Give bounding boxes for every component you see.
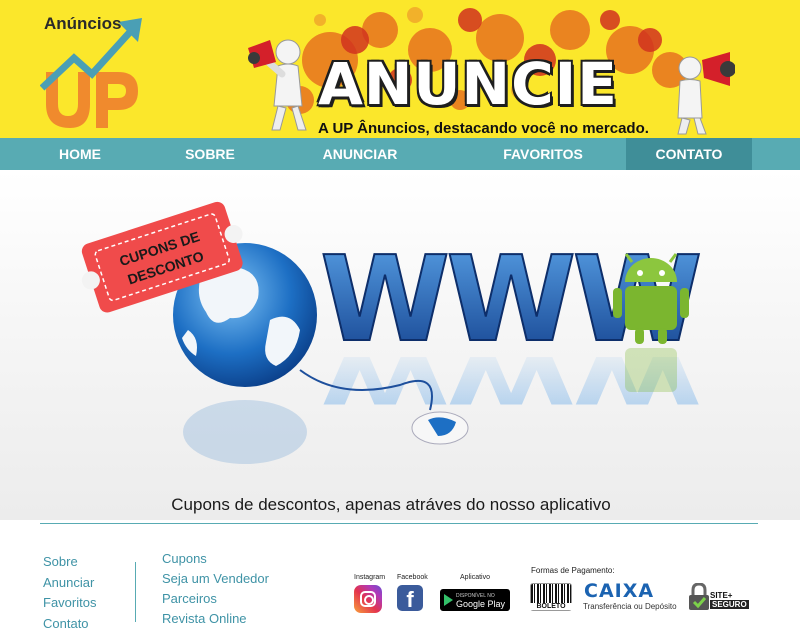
google-play-text: Google Play (456, 599, 506, 609)
nav-item-home[interactable]: HOME (0, 138, 160, 170)
footer-link-anunciar[interactable]: Anunciar (43, 573, 96, 594)
footer-link-sobre[interactable]: Sobre (43, 552, 96, 573)
hero-illustration: CUPONS DE DESCONTO WWW WWW (81, 201, 704, 464)
footer-link-favoritos[interactable]: Favoritos (43, 593, 96, 614)
payment-title: Formas de Pagamento: (531, 566, 615, 575)
footer-link-seja-vendedor[interactable]: Seja um Vendedor (162, 569, 269, 589)
caixa-subtitle: Transferência ou Depósito (583, 602, 677, 611)
main-nav: HOME SOBRE ANUNCIAR FAVORITOS CONTATO (0, 138, 800, 170)
instagram-icon[interactable] (354, 585, 382, 613)
facebook-label: Facebook (397, 574, 428, 581)
site-seguro-badge: SITE+ SEGURO (710, 591, 749, 609)
nav-item-anunciar[interactable]: ANUNCIAR (260, 138, 460, 170)
seguro-line-2: SEGURO (710, 600, 749, 609)
play-triangle-icon (444, 594, 453, 606)
seguro-line-1: SITE+ (710, 591, 733, 600)
app-link[interactable]: Aplicativo DISPONÍVEL NO Google Play (440, 573, 510, 611)
banner-caption: Cupons de descontos, apenas atráves do n… (171, 495, 611, 514)
footer-link-cupons[interactable]: Cupons (162, 549, 269, 569)
nav-item-sobre[interactable]: SOBRE (160, 138, 260, 170)
megaphone-figure-left-icon (248, 39, 307, 131)
footer-divider (40, 523, 758, 524)
logo-letters (46, 72, 138, 128)
instagram-link[interactable]: Instagram (354, 573, 385, 613)
caixa-logo: CAIXA (584, 580, 655, 602)
nav-item-contato[interactable]: CONTATO (626, 138, 752, 170)
megaphone-figure-right-icon (677, 52, 735, 135)
facebook-icon[interactable]: f (397, 585, 423, 612)
footer-separator (135, 562, 136, 622)
instagram-label: Instagram (354, 574, 386, 581)
footer-link-contato[interactable]: Contato (43, 614, 96, 635)
app-label: Aplicativo (460, 574, 490, 581)
footer-link-parceiros[interactable]: Parceiros (162, 589, 269, 609)
footer-links-extra: Cupons Seja um Vendedor Parceiros Revist… (162, 549, 269, 629)
nav-item-favoritos[interactable]: FAVORITOS (460, 138, 626, 170)
hero-banner: CUPONS DE DESCONTO WWW WWW Cupons de des… (0, 170, 800, 520)
brand-title: ANUNCIE (318, 50, 618, 118)
padlock-icon (689, 583, 709, 610)
logo-text[interactable]: Anúncios (44, 14, 121, 34)
footer-link-revista-online[interactable]: Revista Online (162, 609, 269, 629)
google-play-icon[interactable]: DISPONÍVEL NO Google Play (440, 589, 510, 611)
footer-links-main: Sobre Anunciar Favoritos Contato (43, 552, 96, 634)
site-header: Anúncios ANUNCIE A UP Ânuncios, destacan… (0, 0, 800, 138)
mouse-icon (411, 411, 469, 445)
brand-slogan: A UP Ânuncios, destacando você no mercad… (318, 120, 649, 137)
boleto-label: BOLETO (530, 603, 572, 610)
facebook-link[interactable]: Facebook f (397, 573, 428, 612)
